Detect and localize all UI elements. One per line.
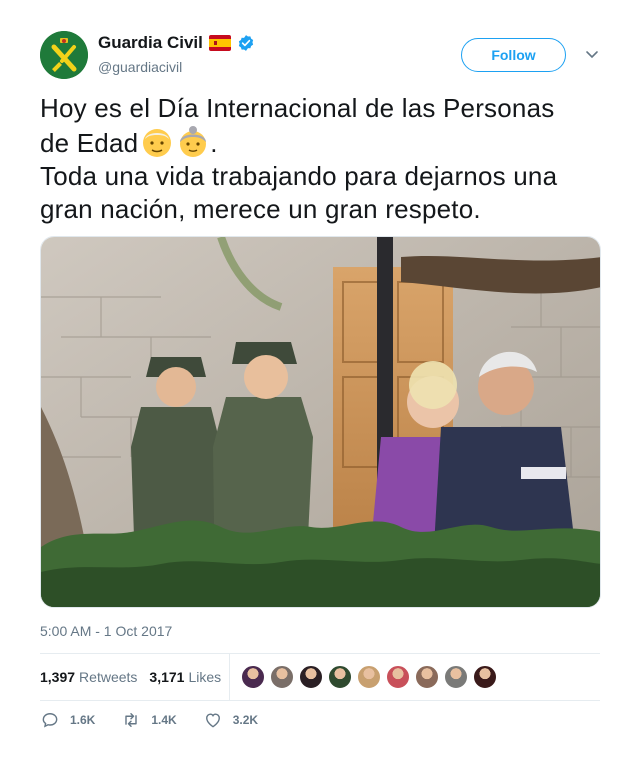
tweet-photo[interactable]: [40, 236, 601, 608]
likes-stat[interactable]: 3,171 Likes: [149, 669, 221, 685]
older-man-emoji-icon: [140, 125, 174, 159]
like-count: 3.2K: [232, 713, 259, 727]
stats-separator: [229, 654, 230, 700]
tweet-card: Guardia Civil @guardiacivil Follow Hoy e…: [0, 0, 640, 762]
tweet-text-fragment: de Edad: [40, 128, 139, 158]
verified-badge-icon: [237, 34, 255, 52]
tweet-text-fragment: .: [210, 128, 218, 158]
retweets-count: 1,397: [40, 669, 76, 685]
guardia-civil-logo-icon: [40, 31, 88, 79]
retweets-stat[interactable]: 1,397 Retweets: [40, 669, 137, 685]
tweet-text-line: Toda una vida trabajando para dejarnos u…: [40, 161, 558, 191]
spain-flag-icon: [208, 35, 231, 51]
tweet-stats: 1,397 Retweets 3,171 Likes: [40, 654, 233, 700]
retweet-icon: [125, 713, 138, 727]
liker-avatar[interactable]: [443, 664, 469, 690]
liker-avatar[interactable]: [472, 664, 498, 690]
tweet-text-line: de Edad .: [40, 125, 605, 160]
like-heart-icon: [205, 713, 220, 728]
follow-button[interactable]: Follow: [461, 38, 566, 72]
chevron-down-icon[interactable]: [585, 47, 599, 61]
liker-avatar[interactable]: [269, 664, 295, 690]
display-name[interactable]: Guardia Civil: [98, 33, 203, 53]
liker-avatar[interactable]: [385, 664, 411, 690]
likers-avatars: [240, 664, 498, 690]
divider: [40, 700, 600, 701]
tweet-timestamp[interactable]: 5:00 AM - 1 Oct 2017: [40, 623, 172, 639]
liker-avatar[interactable]: [327, 664, 353, 690]
likes-label: Likes: [188, 669, 222, 685]
liker-avatar[interactable]: [298, 664, 324, 690]
older-woman-emoji-icon: [176, 125, 210, 159]
tweet-photo-image: [41, 237, 600, 607]
tweet-text-line: Hoy es el Día Internacional de las Perso…: [40, 93, 555, 123]
reply-button[interactable]: 1.6K: [40, 710, 95, 730]
tweet-text-line: gran nación, merece un gran respeto.: [40, 194, 481, 224]
liker-avatar[interactable]: [414, 664, 440, 690]
user-handle[interactable]: @guardiacivil: [98, 59, 182, 75]
likes-count: 3,171: [149, 669, 185, 685]
tweet-text: Hoy es el Día Internacional de las Perso…: [40, 92, 605, 226]
tweet-actions: 1.6K 1.4K 3.2K: [40, 710, 284, 730]
retweet-button[interactable]: 1.4K: [121, 710, 177, 730]
retweets-label: Retweets: [79, 669, 138, 685]
reply-count: 1.6K: [70, 713, 96, 727]
profile-avatar[interactable]: [40, 31, 88, 79]
retweet-count: 1.4K: [151, 713, 177, 727]
name-row: Guardia Civil: [98, 33, 255, 53]
liker-avatar[interactable]: [356, 664, 382, 690]
like-button[interactable]: 3.2K: [203, 710, 258, 730]
liker-avatar[interactable]: [240, 664, 266, 690]
reply-icon: [42, 713, 58, 728]
